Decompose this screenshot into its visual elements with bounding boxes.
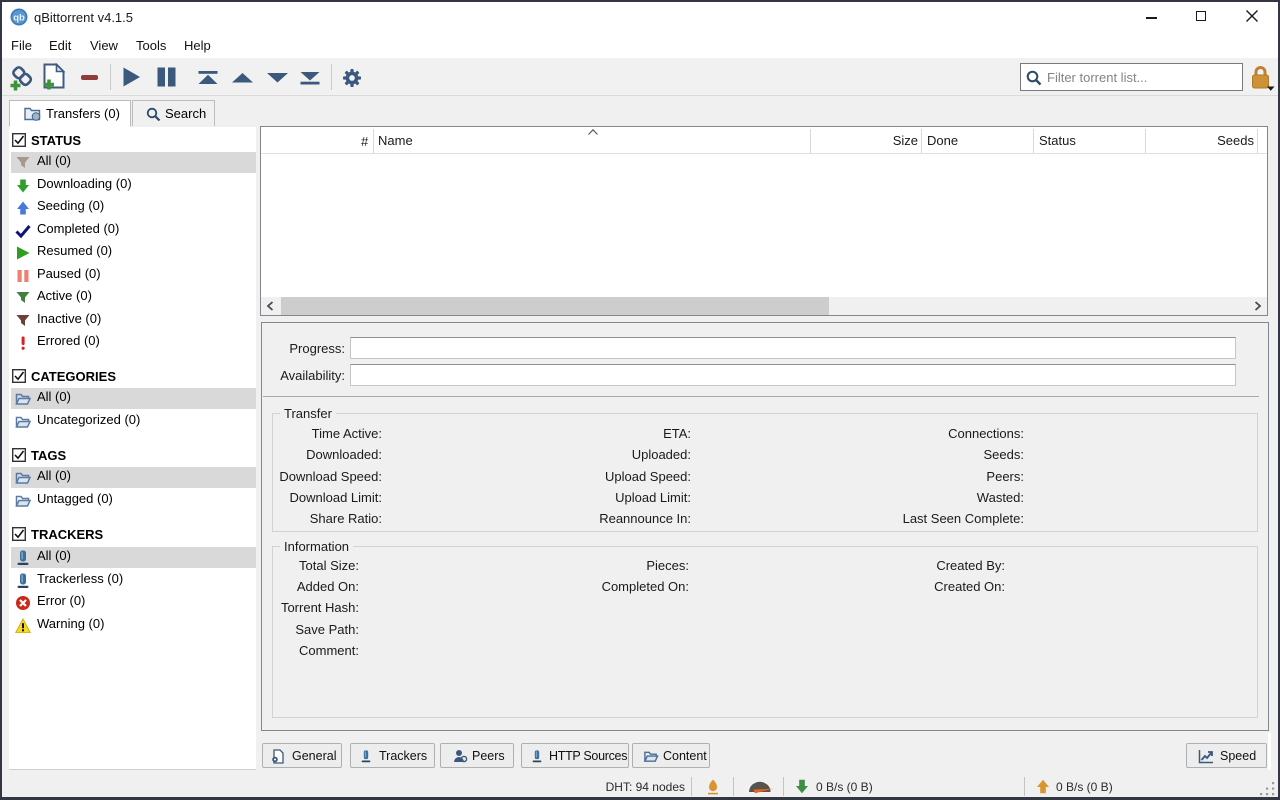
svg-text:qb: qb	[13, 13, 25, 24]
